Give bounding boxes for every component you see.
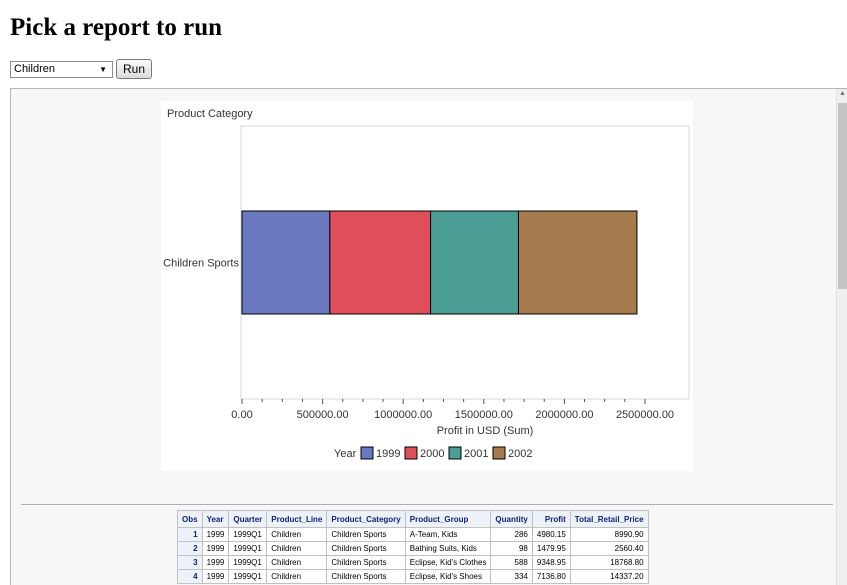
scroll-up-arrow-icon[interactable]: ▲ bbox=[839, 90, 846, 97]
table-cell: A-Team, Kids bbox=[404, 527, 492, 542]
bar-segment-2000 bbox=[329, 210, 432, 315]
table-cell: Eclipse, Kid's Shoes bbox=[404, 569, 492, 584]
legend-title: Year bbox=[334, 448, 357, 460]
table-cell: 1999 bbox=[201, 555, 230, 570]
table-cell: 1479.95 bbox=[531, 541, 571, 556]
bar-chart: Product Category Children Sports 0.00 50000… bbox=[163, 108, 690, 460]
table-cell: 98 bbox=[490, 541, 533, 556]
legend-label-2002: 2002 bbox=[508, 448, 532, 460]
x-axis-label: Profit in USD (Sum) bbox=[437, 425, 534, 437]
x-tick-label: 2500000.00 bbox=[616, 409, 674, 421]
column-header-product-line: Product_Line bbox=[266, 510, 328, 528]
x-tick-label: 2000000.00 bbox=[535, 409, 593, 421]
legend-swatch-2002 bbox=[492, 446, 506, 460]
table-cell: Children bbox=[266, 527, 328, 542]
table-cell: 2560.40 bbox=[569, 541, 649, 556]
table-cell: 1 bbox=[177, 527, 203, 542]
legend-swatch-1999 bbox=[360, 446, 374, 460]
x-tick-label: 1000000.00 bbox=[374, 409, 432, 421]
table-cell: 1999Q1 bbox=[228, 527, 268, 542]
page-title: Pick a report to run bbox=[10, 14, 223, 41]
chart-title: Product Category bbox=[167, 108, 253, 120]
table-cell: 1999Q1 bbox=[228, 569, 268, 584]
table-cell: 14337.20 bbox=[569, 569, 649, 584]
table-cell: Children bbox=[266, 569, 328, 584]
table-row: 1 1999 1999Q1 Children Children Sports A-Team… bbox=[177, 527, 649, 542]
vertical-scrollbar[interactable]: ▲ bbox=[836, 89, 847, 585]
table-header-row: Obs Year Quarter Product_Line Product_Catego… bbox=[177, 510, 649, 528]
column-header-quantity: Quantity bbox=[490, 510, 533, 528]
column-header-product-group: Product_Group bbox=[404, 510, 492, 528]
table-cell: Children bbox=[266, 555, 328, 570]
table-cell: Children Sports bbox=[326, 569, 406, 584]
table-cell: 588 bbox=[490, 555, 533, 570]
x-tick-label: 500000.00 bbox=[297, 409, 349, 421]
table-cell: 8990.90 bbox=[569, 527, 649, 542]
table-cell: 286 bbox=[490, 527, 533, 542]
bar-segment-2001 bbox=[430, 210, 519, 315]
report-output-frame[interactable]: Product Category Children Sports 0.00 50000… bbox=[10, 88, 847, 585]
table-cell: Children Sports bbox=[326, 541, 406, 556]
table-cell: 4980.15 bbox=[531, 527, 571, 542]
table-cell: 334 bbox=[490, 569, 533, 584]
column-header-product-category: Product_Category bbox=[326, 510, 406, 528]
column-header-year: Year bbox=[201, 510, 230, 528]
column-header-quarter: Quarter bbox=[228, 510, 268, 528]
scrollbar-thumb[interactable] bbox=[838, 103, 847, 289]
column-header-profit: Profit bbox=[531, 510, 571, 528]
run-button[interactable]: Run bbox=[116, 59, 153, 79]
column-header-obs: Obs bbox=[177, 510, 203, 528]
legend-swatch-2001 bbox=[448, 446, 462, 460]
table-cell: Children Sports bbox=[326, 527, 406, 542]
table-cell: Children Sports bbox=[326, 555, 406, 570]
table-cell: 7136.80 bbox=[531, 569, 571, 584]
table-row: 2 1999 1999Q1 Children Children Sports Bathin… bbox=[177, 541, 649, 556]
chart-panel: Product Category Children Sports 0.00 50000… bbox=[161, 101, 693, 471]
table-cell: Children bbox=[266, 541, 328, 556]
table-cell: 2 bbox=[177, 541, 203, 556]
table-cell: 3 bbox=[177, 555, 203, 570]
legend-swatch-2000 bbox=[404, 446, 418, 460]
table-cell: 4 bbox=[177, 569, 203, 584]
bar-segment-1999 bbox=[241, 210, 331, 315]
table-row: 4 1999 1999Q1 Children Children Sports Eclips… bbox=[177, 569, 649, 584]
table-cell: 9348.95 bbox=[531, 555, 571, 570]
table-cell: 1999Q1 bbox=[228, 541, 268, 556]
table-cell: 1999 bbox=[201, 527, 230, 542]
table-row: 3 1999 1999Q1 Children Children Sports Eclips… bbox=[177, 555, 649, 570]
data-table: Obs Year Quarter Product_Line Product_Catego… bbox=[177, 510, 649, 584]
table-cell: Bathing Suits, Kids bbox=[404, 541, 492, 556]
legend-label-1999: 1999 bbox=[376, 448, 400, 460]
legend-label-2000: 2000 bbox=[420, 448, 444, 460]
category-label: Children Sports bbox=[163, 258, 239, 270]
report-select[interactable]: Children ▼ bbox=[10, 60, 113, 78]
chevron-down-icon: ▼ bbox=[99, 64, 107, 74]
table-cell: 1999 bbox=[201, 569, 230, 584]
table-cell: 1999 bbox=[201, 541, 230, 556]
table-cell: 1999Q1 bbox=[228, 555, 268, 570]
report-select-value: Children bbox=[14, 63, 55, 75]
legend-label-2001: 2001 bbox=[464, 448, 488, 460]
table-body: 1 1999 1999Q1 Children Children Sports A-Team… bbox=[177, 527, 649, 584]
column-header-total-retail-price: Total_Retail_Price bbox=[569, 510, 649, 528]
bar-segment-2002 bbox=[517, 210, 638, 315]
section-divider bbox=[21, 504, 833, 505]
x-tick-label: 0.00 bbox=[231, 409, 252, 421]
x-tick-label: 1500000.00 bbox=[455, 409, 513, 421]
report-controls: Children ▼ Run bbox=[10, 59, 153, 79]
table-cell: 18768.80 bbox=[569, 555, 649, 570]
table-cell: Eclipse, Kid's Clothes bbox=[404, 555, 492, 570]
